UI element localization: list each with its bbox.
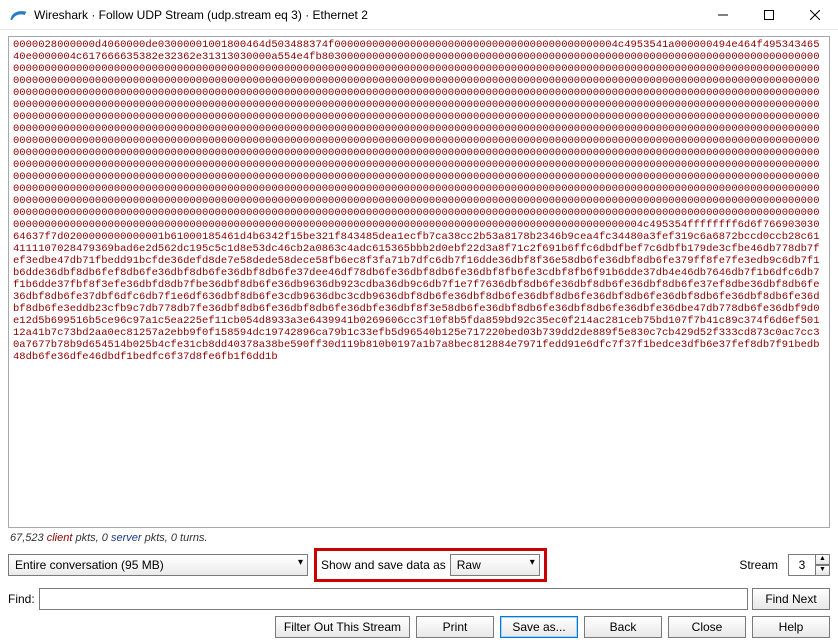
- format-select[interactable]: Raw: [450, 554, 540, 576]
- title-bar: Wireshark · Follow UDP Stream (udp.strea…: [0, 0, 838, 30]
- highlight-box: Show and save data as Raw: [314, 548, 547, 582]
- sep1: pkts,: [75, 532, 101, 544]
- find-row: Find: Find Next: [8, 588, 830, 610]
- conversation-select[interactable]: Entire conversation (95 MB): [8, 554, 308, 576]
- close-button[interactable]: [792, 0, 838, 30]
- stream-number-input[interactable]: [788, 554, 816, 576]
- server-word: server: [111, 532, 142, 544]
- stream-down-button[interactable]: ▼: [815, 565, 830, 576]
- sep2: pkts,: [145, 532, 171, 544]
- window-title: Wireshark · Follow UDP Stream (udp.strea…: [34, 8, 700, 22]
- stream-up-button[interactable]: ▲: [815, 554, 830, 565]
- server-pkts-count: 0: [102, 532, 108, 544]
- maximize-button[interactable]: [746, 0, 792, 30]
- minimize-button[interactable]: [700, 0, 746, 30]
- packet-stats: 67,523 client pkts, 0 server pkts, 0 tur…: [10, 532, 830, 544]
- content-area: 0000028000000d4060000de03000001001800464…: [0, 30, 838, 642]
- turns-text: 0 turns.: [171, 532, 208, 544]
- stream-content[interactable]: 0000028000000d4060000de03000001001800464…: [8, 36, 830, 528]
- options-row: Entire conversation (95 MB) Show and sav…: [8, 548, 830, 582]
- show-save-label: Show and save data as: [321, 558, 446, 572]
- find-next-button[interactable]: Find Next: [752, 588, 830, 610]
- client-pkts-count: 67,523: [10, 532, 44, 544]
- stream-label: Stream: [739, 558, 778, 572]
- wireshark-icon: [8, 5, 28, 25]
- find-input[interactable]: [39, 588, 748, 610]
- window-controls: [700, 0, 838, 30]
- find-label: Find:: [8, 592, 35, 606]
- client-word: client: [47, 532, 73, 544]
